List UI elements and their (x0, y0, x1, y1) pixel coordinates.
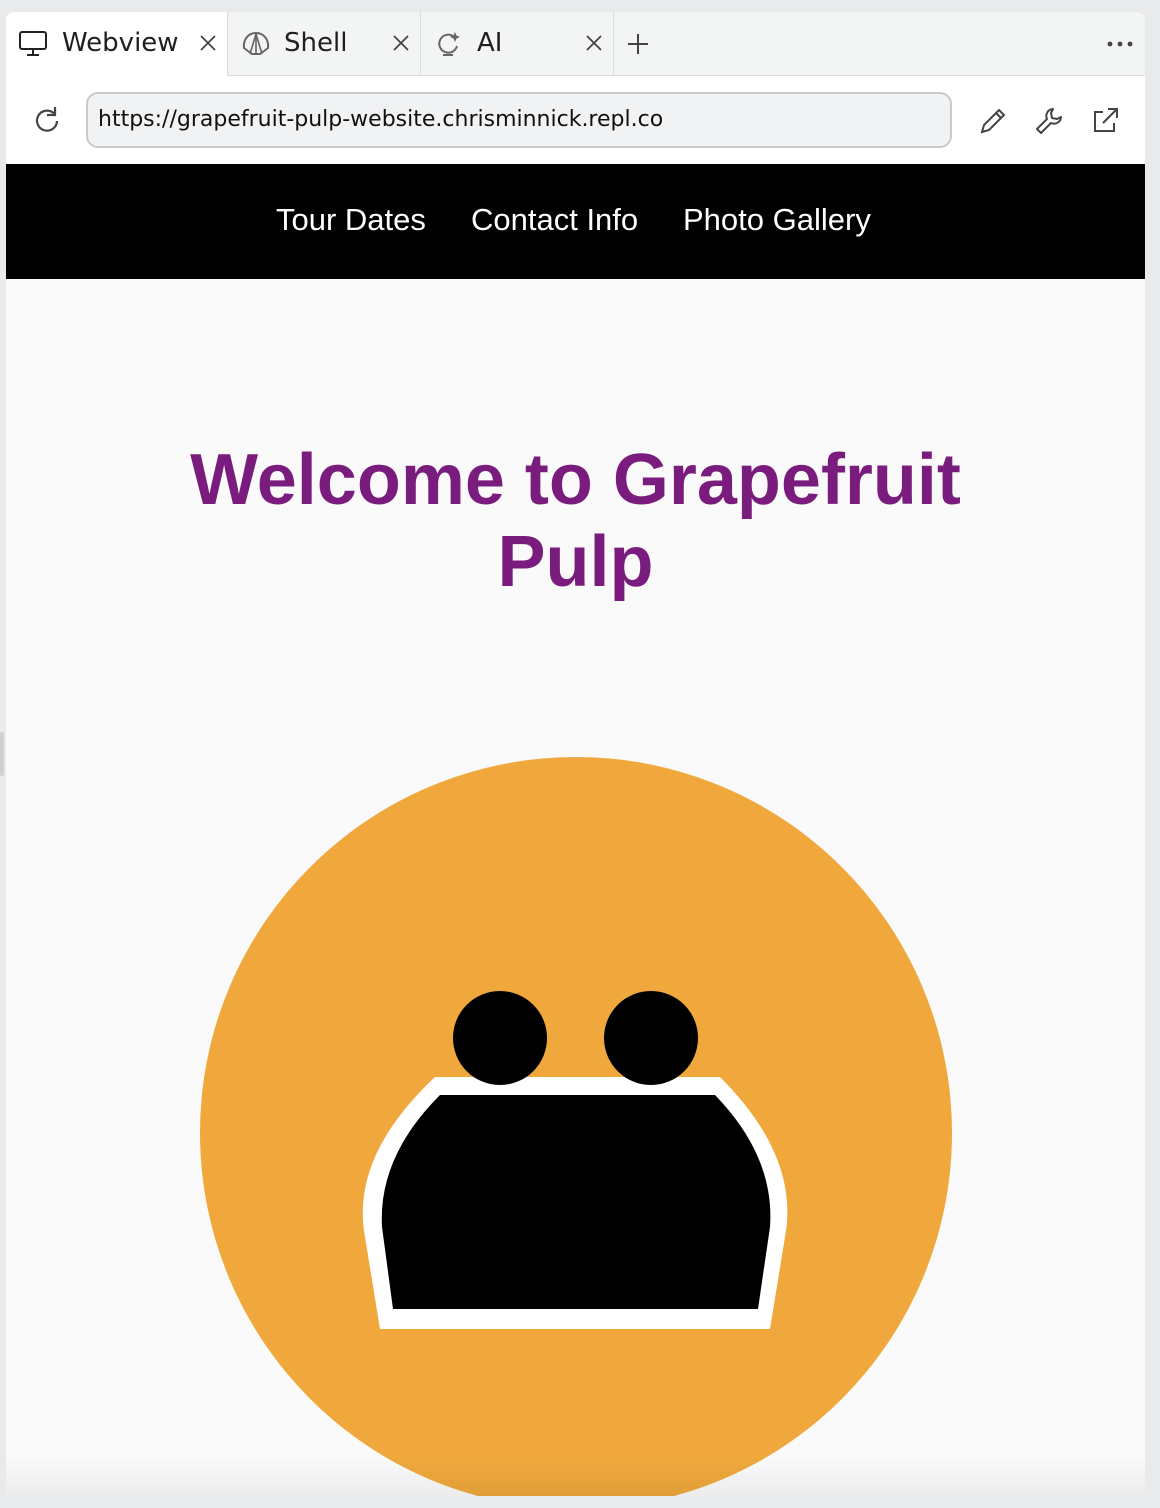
address-bar: https://grapefruit-pulp-website.chrismin… (6, 76, 1145, 164)
pencil-icon[interactable] (976, 104, 1010, 138)
logo-head-right (604, 991, 698, 1085)
reload-icon[interactable] (30, 104, 64, 138)
url-input[interactable]: https://grapefruit-pulp-website.chrismin… (86, 92, 952, 148)
tab-label: Webview (62, 28, 179, 58)
tab-webview[interactable]: Webview (6, 12, 228, 77)
pane-resize-handle[interactable] (0, 732, 4, 776)
page-title-line-1: Welcome to Grapefruit (190, 440, 961, 520)
ai-sparkle-icon (438, 32, 460, 56)
nav-link-photo-gallery[interactable]: Photo Gallery (683, 202, 871, 238)
site-nav: Tour Dates Contact Info Photo Gallery (6, 164, 1145, 279)
close-icon[interactable] (197, 32, 219, 54)
tab-label: AI (477, 28, 503, 58)
shell-icon (242, 31, 270, 55)
nav-link-contact-info[interactable]: Contact Info (471, 202, 638, 238)
tab-bar: Webview Shell AI (6, 12, 1145, 77)
webview-window: Webview Shell AI https://grapefruit-pulp… (6, 12, 1145, 1496)
page-title: Welcome to Grapefruit Pulp (6, 439, 1145, 603)
close-icon[interactable] (583, 32, 605, 54)
monitor-icon (19, 31, 47, 56)
plus-icon[interactable] (624, 30, 652, 58)
tab-ai[interactable]: AI (421, 12, 614, 76)
logo-body (381, 1095, 771, 1309)
tab-shell[interactable]: Shell (228, 12, 421, 76)
bottom-shadow (6, 1456, 1145, 1496)
tab-label: Shell (284, 28, 348, 58)
wrench-icon[interactable] (1032, 104, 1066, 138)
page-title-line-2: Pulp (497, 522, 654, 602)
band-logo (200, 757, 952, 1496)
site-body: Welcome to Grapefruit Pulp (6, 279, 1145, 1496)
close-icon[interactable] (390, 32, 412, 54)
nav-link-tour-dates[interactable]: Tour Dates (276, 202, 426, 238)
logo-head-left (453, 991, 547, 1085)
external-link-icon[interactable] (1088, 104, 1122, 138)
more-horizontal-icon[interactable] (1104, 30, 1136, 58)
